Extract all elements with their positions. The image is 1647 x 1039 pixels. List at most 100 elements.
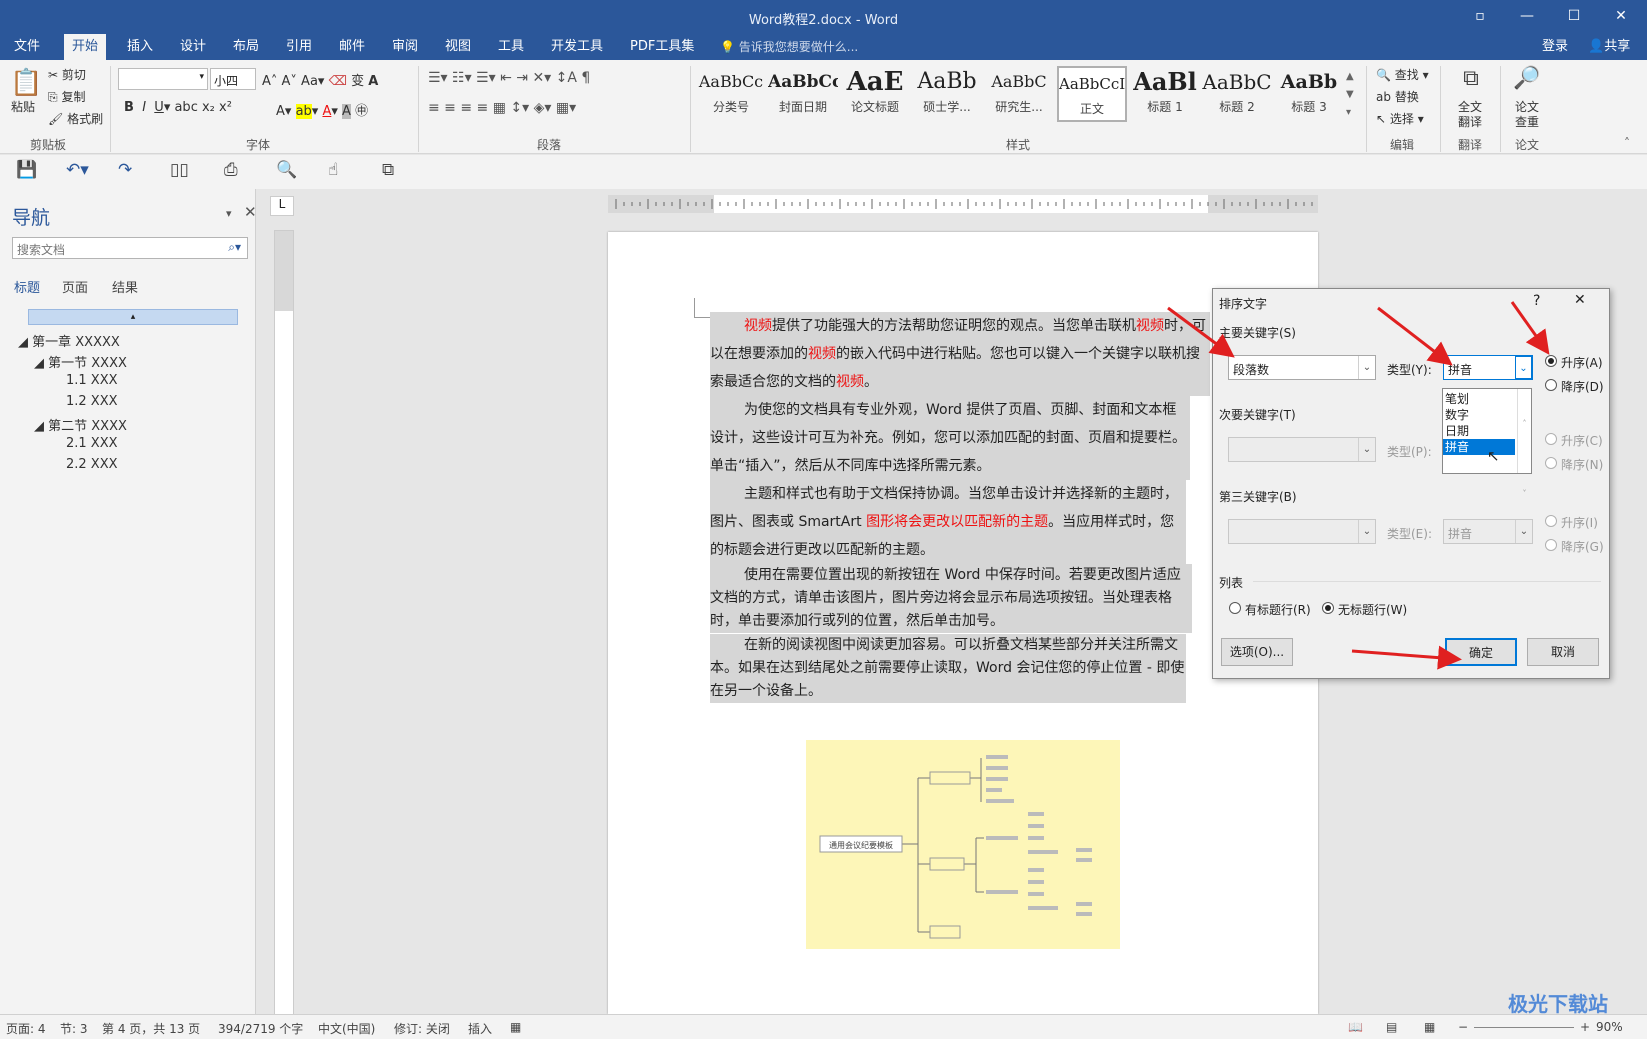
descending-2-radio[interactable] (1545, 457, 1557, 469)
styles-scroll-icons[interactable]: ▲ ▼ ▾ (1346, 68, 1354, 122)
font-name-combo[interactable]: ▾ (118, 68, 208, 90)
undo-icon[interactable]: ↶▾ (66, 160, 89, 180)
status-track-changes[interactable]: 修订: 关闭 (394, 1020, 450, 1037)
share-button[interactable]: 👤共享 (1580, 34, 1638, 60)
type-option-date[interactable]: 日期 (1443, 423, 1515, 439)
preview-icon[interactable]: 🔍 (276, 160, 297, 180)
tree-item-1-2[interactable]: 1.2 XXX (66, 394, 118, 409)
descending-radio[interactable] (1545, 379, 1557, 391)
horizontal-ruler[interactable] (608, 195, 1321, 213)
tab-view[interactable]: 视图 (437, 34, 479, 60)
paragraph-5[interactable]: 在新的阅读视图中阅读更加容易。可以折叠文档某些部分并关注所需文本。如果在达到结尾… (710, 634, 1186, 703)
style-classification[interactable]: AaBbCc 分类号 (696, 66, 766, 122)
tab-file[interactable]: 文件 (6, 34, 48, 60)
chevron-down-icon[interactable]: ⌄ (1358, 520, 1375, 543)
find-button[interactable]: 🔍 查找 ▾ (1376, 66, 1429, 83)
align-icons[interactable]: ≡ ≡ ≡ ≡ ▦ ↕▾ ◈▾ ▦▾ (428, 100, 576, 116)
tell-me-search[interactable]: 💡 告诉我您想要做什么... (712, 34, 866, 60)
columns-icon[interactable]: ▯▯ (170, 160, 189, 180)
tree-item-section2[interactable]: ◢ 第二节 XXXX (34, 415, 127, 434)
print-layout-icon[interactable]: ▤ (1386, 1020, 1397, 1034)
tree-item-2-2[interactable]: 2.2 XXX (66, 457, 118, 472)
ascending-3-radio[interactable] (1545, 515, 1557, 527)
zoom-slider[interactable] (1474, 1027, 1574, 1028)
read-mode-icon[interactable]: 📖 (1348, 1020, 1363, 1034)
redo-icon[interactable]: ↷ (118, 160, 132, 180)
cancel-button[interactable]: 取消 (1527, 638, 1599, 666)
type-e-select[interactable]: 拼音 ⌄ (1443, 519, 1533, 544)
tab-developer[interactable]: 开发工具 (543, 34, 611, 60)
login-link[interactable]: 登录 (1534, 34, 1576, 60)
web-layout-icon[interactable]: ▦ (1424, 1020, 1435, 1034)
nav-tab-results[interactable]: 结果 (112, 277, 138, 296)
tab-pdf-tools[interactable]: PDF工具集 (622, 34, 702, 60)
paragraph-3[interactable]: 主题和样式也有助于文档保持协调。当您单击设计并选择新的主题时，图片、图表或 Sm… (710, 480, 1186, 564)
paper-check-button[interactable]: 论文 查重 (1515, 100, 1539, 130)
header-row-radio[interactable] (1229, 602, 1241, 614)
status-language[interactable]: 中文(中国) (318, 1020, 375, 1037)
font-format-icons[interactable]: B I U▾ abc x₂ x² (124, 100, 232, 115)
ok-button[interactable]: 确定 (1445, 638, 1517, 666)
tree-item-1-1[interactable]: 1.1 XXX (66, 373, 118, 388)
nav-search-input[interactable]: 搜索文档 ⌕▾ (12, 237, 248, 259)
third-key-select[interactable]: ⌄ (1228, 519, 1376, 544)
primary-key-select[interactable]: 段落数 ⌄ (1228, 355, 1376, 380)
style-graduate[interactable]: AaBbC 研究生... (984, 66, 1054, 122)
chevron-down-icon[interactable]: ⌄ (1515, 356, 1532, 379)
type-select[interactable]: 拼音 ⌄ (1443, 355, 1533, 380)
print-icon[interactable]: ⎙ (224, 160, 238, 180)
type-option-number[interactable]: 数字 (1443, 407, 1515, 423)
nav-options-icon[interactable]: ▾ (226, 207, 232, 220)
tab-insert[interactable]: 插入 (119, 34, 161, 60)
chevron-down-icon[interactable]: ⌄ (1358, 438, 1375, 461)
ascending-radio[interactable] (1545, 355, 1557, 367)
touch-icon[interactable]: ☝ (328, 160, 338, 180)
minimize-button[interactable]: — (1507, 4, 1547, 28)
style-heading-2[interactable]: AaBbC 标题 2 (1202, 66, 1272, 122)
translate-icon[interactable]: ⧉ (1456, 66, 1486, 91)
copy-button[interactable]: ⎘ 复制 (48, 88, 85, 105)
tab-home[interactable]: 开始 (64, 34, 107, 60)
paper-check-icon[interactable]: 🔎 (1512, 66, 1542, 91)
tab-references[interactable]: 引用 (278, 34, 320, 60)
style-heading-3[interactable]: AaBb 标题 3 (1274, 66, 1344, 122)
vertical-ruler[interactable] (274, 230, 294, 1015)
tab-layout[interactable]: 布局 (225, 34, 267, 60)
tab-review[interactable]: 审阅 (384, 34, 426, 60)
font-size-tools-icons[interactable]: A˄ A˅ Aa▾ ⌫ 变 A (262, 70, 378, 89)
layout-icon[interactable]: ⧉ (382, 160, 394, 180)
paste-button[interactable]: 粘贴 (11, 98, 35, 115)
tab-selector[interactable]: L (270, 196, 294, 216)
close-icon[interactable]: ✕ (244, 203, 257, 221)
font-color-icons[interactable]: A▾ ab▾ A▾ A ㊥ (276, 100, 368, 119)
font-size-combo[interactable]: 小四 (210, 68, 256, 90)
paragraph-1[interactable]: 视频提供了功能强大的方法帮助您证明您的观点。当您单击联机视频时，可以在想要添加的… (710, 312, 1210, 396)
no-header-row-radio[interactable] (1322, 602, 1334, 614)
save-icon[interactable]: 💾 (16, 160, 37, 180)
tree-item-section1[interactable]: ◢ 第一节 XXXX (34, 352, 127, 371)
status-section[interactable]: 节: 3 (60, 1020, 88, 1037)
zoom-level[interactable]: 90% (1596, 1020, 1623, 1034)
nav-tab-headings[interactable]: 标题 (14, 277, 40, 296)
zoom-in-icon[interactable]: + (1580, 1020, 1590, 1034)
tab-tools[interactable]: 工具 (490, 34, 532, 60)
format-painter-button[interactable]: 🖌 格式刷 (48, 110, 103, 127)
ribbon-display-icon[interactable]: ▫ (1460, 4, 1500, 28)
mindmap-image[interactable]: 通用会议纪要模板 (806, 740, 1120, 949)
chevron-down-icon[interactable]: ⌄ (1358, 356, 1375, 379)
paste-icon[interactable]: 📋 (10, 68, 42, 98)
nav-selected-heading[interactable]: ▴ (28, 309, 238, 325)
options-button[interactable]: 选项(O)... (1221, 638, 1293, 666)
style-heading-1[interactable]: AaBl 标题 1 (1130, 66, 1200, 122)
style-paper-title[interactable]: AaE 论文标题 (840, 66, 910, 122)
paragraph-2[interactable]: 为使您的文档具有专业外观，Word 提供了页眉、页脚、封面和文本框设计，这些设计… (710, 396, 1190, 480)
status-words[interactable]: 394/2719 个字 (218, 1020, 303, 1037)
chevron-down-icon[interactable]: ▾ (199, 72, 204, 82)
macro-icon[interactable]: ▦ (510, 1020, 521, 1034)
list-icons[interactable]: ☰▾ ☷▾ ☰▾ ⇤ ⇥ ✕▾ ↕A ¶ (428, 70, 590, 86)
dropdown-scrollbar[interactable]: ˄ ˅ (1517, 389, 1531, 498)
full-translate-button[interactable]: 全文 翻译 (1458, 100, 1482, 130)
tree-item-chapter1[interactable]: ◢ 第一章 XXXXX (18, 331, 120, 350)
tab-design[interactable]: 设计 (172, 34, 214, 60)
secondary-key-select[interactable]: ⌄ (1228, 437, 1376, 462)
